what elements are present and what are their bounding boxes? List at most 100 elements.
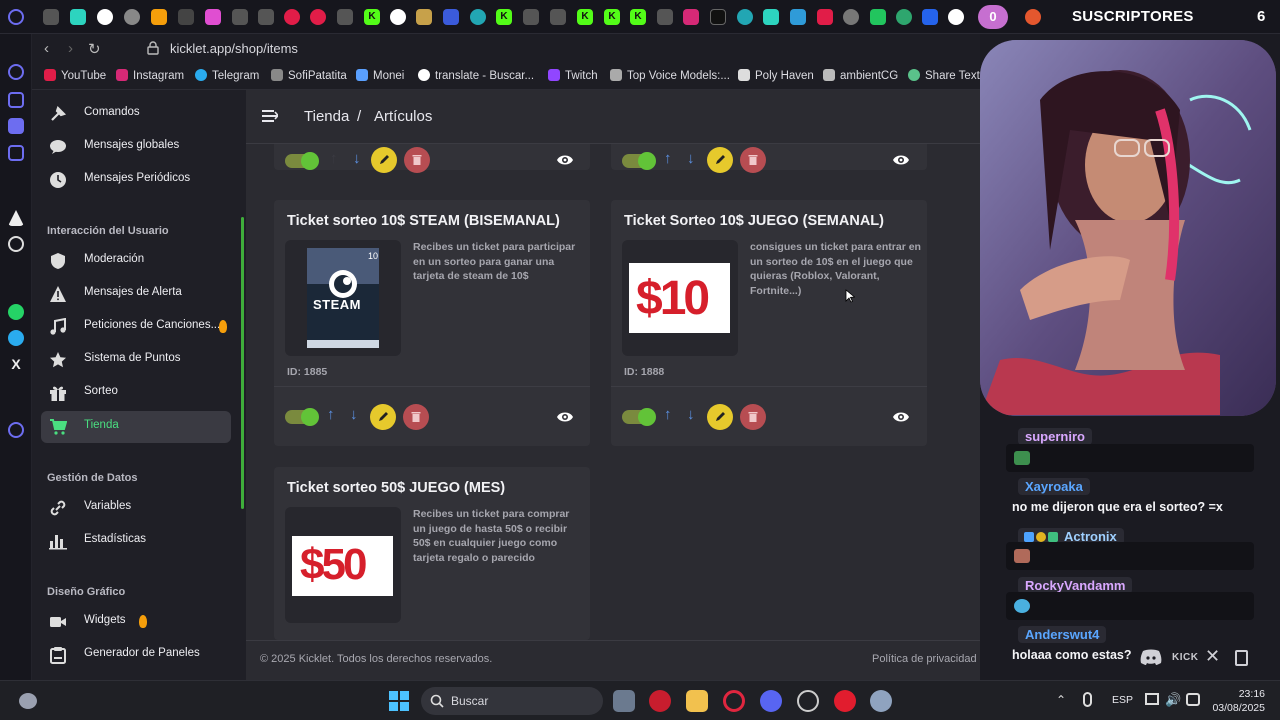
sidebar-item-tienda[interactable]: Tienda <box>41 411 231 443</box>
delete-button[interactable] <box>403 404 429 430</box>
language-indicator[interactable]: ESP <box>1112 694 1133 706</box>
history-icon[interactable] <box>8 422 24 438</box>
sidebar-item-peticiones-canciones[interactable]: Peticiones de Canciones... <box>41 311 231 343</box>
bookmark-monei[interactable]: Monei <box>356 69 404 82</box>
tab-favicon-icon[interactable] <box>205 9 221 25</box>
tab-favicon-icon[interactable] <box>258 9 274 25</box>
obs-icon[interactable] <box>797 690 819 712</box>
move-up-icon[interactable]: ↑ <box>664 406 672 423</box>
tab-favicon-icon[interactable] <box>337 9 353 25</box>
kick-tab-icon[interactable]: K <box>577 9 593 25</box>
kick-tab-icon[interactable]: K <box>604 9 620 25</box>
tab-favicon-icon[interactable] <box>737 9 753 25</box>
windows-start-icon[interactable] <box>389 691 409 711</box>
edit-button[interactable] <box>707 404 733 430</box>
aria-icon[interactable] <box>8 64 24 80</box>
volume-icon[interactable]: 🔊 <box>1165 692 1181 708</box>
chatgpt-icon[interactable] <box>8 236 24 252</box>
edit-button[interactable] <box>370 404 396 430</box>
tab-favicon-icon[interactable] <box>657 9 673 25</box>
opera-gx-icon[interactable] <box>723 690 745 712</box>
taskbar-app-icon[interactable] <box>834 690 856 712</box>
forward-icon[interactable]: › <box>68 40 73 57</box>
delete-button[interactable] <box>404 147 430 173</box>
bookmark-twitch[interactable]: Twitch <box>548 69 598 82</box>
tab-favicon-icon[interactable] <box>232 9 248 25</box>
tab-favicon-icon[interactable] <box>550 9 566 25</box>
tab-favicon-icon[interactable] <box>124 9 140 25</box>
item-active-toggle[interactable] <box>622 152 656 170</box>
bookmark-youtube[interactable]: YouTube <box>44 69 106 82</box>
whatsapp-icon[interactable] <box>8 304 24 320</box>
view-eye-icon[interactable] <box>892 411 910 423</box>
bookmark-instagram[interactable]: Instagram <box>116 69 184 82</box>
delete-button[interactable] <box>740 147 766 173</box>
move-up-icon[interactable]: ↑ <box>330 150 338 167</box>
sidebar-item-mensajes-globales[interactable]: Mensajes globales <box>41 131 231 163</box>
view-eye-icon[interactable] <box>556 411 574 423</box>
delete-button[interactable] <box>740 404 766 430</box>
tab-favicon-icon[interactable] <box>416 9 432 25</box>
bookmark-telegram[interactable]: Telegram <box>195 69 259 82</box>
youtube-tab-icon[interactable] <box>817 9 833 25</box>
taskbar-search[interactable]: Buscar <box>421 687 603 715</box>
tray-chevron-up-icon[interactable]: ⌃ <box>1056 693 1066 707</box>
sidebar-item-moderacion[interactable]: Moderación <box>41 245 231 277</box>
tab-favicon-icon[interactable] <box>523 9 539 25</box>
tab-favicon-icon[interactable] <box>790 9 806 25</box>
sidebar-item-generador-paneles[interactable]: Generador de Paneles <box>41 639 231 671</box>
kick-tab-icon[interactable]: K <box>496 9 512 25</box>
edit-button[interactable] <box>371 147 397 173</box>
tab-favicon-icon[interactable] <box>763 9 779 25</box>
taskbar-app-icon[interactable] <box>649 690 671 712</box>
move-down-icon[interactable]: ↓ <box>350 406 358 423</box>
taskbar-clock[interactable]: 23:16 03/08/2025 <box>1209 687 1265 715</box>
workspace-icon[interactable] <box>8 92 24 108</box>
view-eye-icon[interactable] <box>892 154 910 166</box>
sidebar-item-mensajes-periodicos[interactable]: Mensajes Periódicos <box>41 164 231 196</box>
move-down-icon[interactable]: ↓ <box>687 150 695 167</box>
tab-favicon-icon[interactable] <box>43 9 59 25</box>
item-active-toggle[interactable] <box>285 152 319 170</box>
bookmark-ambientcg[interactable]: ambientCG <box>823 69 898 82</box>
sidebar-item-variables[interactable]: Variables <box>41 492 231 524</box>
sidebar-item-widgets[interactable]: Widgets <box>41 606 231 638</box>
move-up-icon[interactable]: ↑ <box>664 150 672 167</box>
item-active-toggle[interactable] <box>622 408 656 426</box>
sidebar-item-sorteo[interactable]: Sorteo <box>41 377 231 409</box>
sidebar-item-estadisticas[interactable]: Estadísticas <box>41 525 231 557</box>
tab-favicon-icon[interactable] <box>843 9 859 25</box>
discord-icon[interactable] <box>760 690 782 712</box>
bookmark-poly-haven[interactable]: Poly Haven <box>738 69 814 82</box>
bookmark-voice-models[interactable]: Top Voice Models:... <box>610 69 730 82</box>
menu-toggle-icon[interactable] <box>262 109 278 123</box>
file-explorer-icon[interactable] <box>686 690 708 712</box>
tab-favicon-icon[interactable] <box>151 9 167 25</box>
network-icon[interactable] <box>1145 693 1159 705</box>
task-view-icon[interactable] <box>613 690 635 712</box>
weather-icon[interactable] <box>19 693 37 709</box>
tab-favicon-icon[interactable] <box>284 9 300 25</box>
bookmark-sofipatatita[interactable]: SofiPatatita <box>271 69 347 82</box>
tab-favicon-icon[interactable] <box>70 9 86 25</box>
instagram-tab-icon[interactable] <box>683 9 699 25</box>
privacy-link[interactable]: Política de privacidad <box>872 653 977 665</box>
tab-favicon-icon[interactable] <box>178 9 194 25</box>
google-tab-icon[interactable] <box>948 9 964 25</box>
edit-button[interactable] <box>707 147 733 173</box>
bookmark-translate[interactable]: translate - Buscar... <box>418 69 534 82</box>
move-up-icon[interactable]: ↑ <box>327 406 335 423</box>
tab-favicon-icon[interactable] <box>896 9 912 25</box>
move-down-icon[interactable]: ↓ <box>353 150 361 167</box>
move-down-icon[interactable]: ↓ <box>687 406 695 423</box>
app-icon[interactable] <box>8 210 24 226</box>
workspace-icon[interactable] <box>8 145 24 161</box>
back-icon[interactable]: ‹ <box>44 40 49 57</box>
opera-logo-icon[interactable] <box>8 9 24 25</box>
sidebar-item-comandos[interactable]: Comandos <box>41 98 231 130</box>
view-eye-icon[interactable] <box>556 154 574 166</box>
settings-icon[interactable] <box>870 690 892 712</box>
microphone-icon[interactable] <box>1083 692 1092 707</box>
url-input[interactable]: kicklet.app/shop/items <box>170 41 298 56</box>
sidebar-item-mensajes-alerta[interactable]: Mensajes de Alerta <box>41 278 231 310</box>
